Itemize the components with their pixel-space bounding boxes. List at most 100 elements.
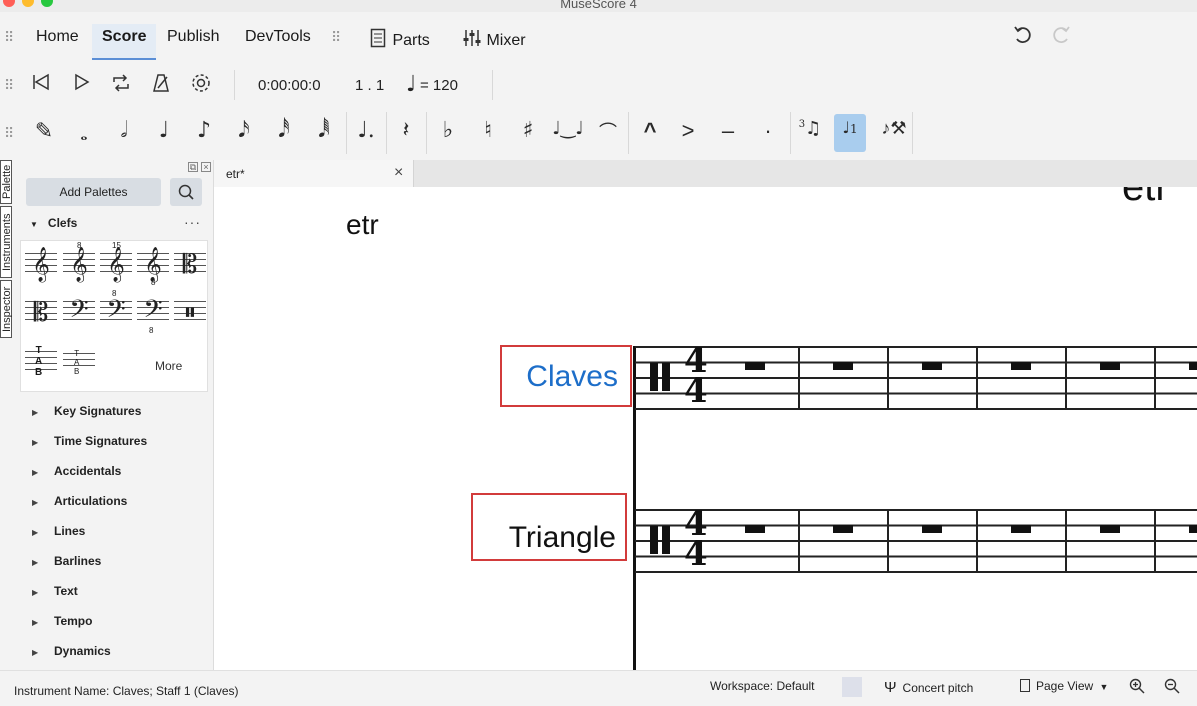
palette-category[interactable]: ▶ Tempo: [32, 614, 92, 628]
palette-category[interactable]: ▶ Barlines: [32, 554, 101, 568]
workspace-selector[interactable]: Workspace: Default: [710, 679, 815, 693]
tab-home[interactable]: Home: [36, 28, 79, 64]
whole-rest[interactable]: [1189, 362, 1197, 370]
treble-15ma-clef-cell[interactable]: 𝄞 15: [98, 241, 134, 287]
tab-small-clef-cell[interactable]: TAB: [61, 341, 97, 385]
staff-claves[interactable]: [635, 346, 1197, 410]
eighth-note-icon[interactable]: ♪: [188, 118, 220, 143]
palette-category[interactable]: ▶ Accidentals: [32, 464, 121, 478]
workspace-color-swatch[interactable]: [842, 677, 862, 697]
palette-category[interactable]: ▶ Lines: [32, 524, 85, 538]
whole-rest[interactable]: [922, 362, 942, 370]
close-panel-icon[interactable]: ×: [201, 162, 211, 172]
tab-publish[interactable]: Publish: [167, 28, 219, 64]
play-icon[interactable]: [72, 72, 92, 98]
concert-pitch-toggle[interactable]: Ψ Concert pitch: [884, 679, 973, 696]
staccato-icon[interactable]: ·: [752, 118, 784, 144]
augmentation-dot-icon[interactable]: ♩.: [350, 118, 382, 143]
voice-1-icon[interactable]: ♩1: [834, 114, 866, 152]
palette-category[interactable]: ▶ Articulations: [32, 494, 127, 508]
mixer-button[interactable]: Mixer: [462, 28, 526, 50]
rewind-icon[interactable]: [30, 72, 52, 98]
playback-tempo[interactable]: = 120: [420, 77, 458, 94]
playback-position[interactable]: 1 . 1: [355, 77, 384, 94]
quarter-note-icon[interactable]: ♩: [148, 118, 180, 143]
playback-time[interactable]: 0:00:00:0: [258, 77, 321, 94]
undock-panel-icon[interactable]: ⧉: [188, 162, 198, 172]
whole-rest[interactable]: [1011, 362, 1031, 370]
treble-clef-cell[interactable]: 𝄞: [23, 243, 59, 287]
whole-rest[interactable]: [1189, 525, 1197, 533]
flat-icon[interactable]: ♭: [432, 118, 464, 143]
score-title[interactable]: etr: [346, 209, 379, 241]
natural-icon[interactable]: ♮: [472, 118, 504, 143]
close-icon[interactable]: ×: [394, 164, 403, 182]
bass-clef-cell[interactable]: 𝄢: [61, 291, 97, 335]
sixteenth-note-icon[interactable]: 𝅘𝅥𝅯: [228, 118, 260, 143]
metronome-icon[interactable]: [150, 72, 172, 100]
clefs-section-header[interactable]: ▼ Clefs: [30, 216, 77, 230]
64th-note-icon[interactable]: 𝅘𝅥𝅱: [308, 118, 340, 143]
percussion-clef-cell[interactable]: 𝄥: [172, 291, 208, 335]
clefs-more-button[interactable]: More: [155, 359, 182, 373]
clefs-menu-button[interactable]: ···: [184, 214, 201, 230]
bass-8va-clef-cell[interactable]: 𝄢 8: [98, 289, 134, 335]
playback-settings-icon[interactable]: [190, 72, 212, 100]
redo-button[interactable]: [1050, 24, 1072, 52]
zoom-in-button[interactable]: [1128, 677, 1146, 698]
treble-8vb-clef-cell[interactable]: 𝄞 8: [135, 243, 171, 287]
rest-icon[interactable]: 𝄽: [390, 118, 422, 143]
slur-icon[interactable]: ⌒: [592, 118, 624, 144]
palette-category[interactable]: ▶ Time Signatures: [32, 434, 147, 448]
palette-category[interactable]: ▶ Text: [32, 584, 78, 598]
tab-devtools[interactable]: DevTools: [245, 28, 311, 64]
instrument-name-claves[interactable]: Claves: [504, 360, 618, 394]
whole-rest[interactable]: [745, 362, 765, 370]
whole-rest[interactable]: [1100, 362, 1120, 370]
tab-clef-cell[interactable]: TAB: [23, 341, 59, 385]
tenor-clef-cell[interactable]: 𝄡: [23, 291, 59, 335]
whole-rest[interactable]: [745, 525, 765, 533]
32nd-note-icon[interactable]: 𝅘𝅥𝅰: [268, 118, 300, 143]
drag-handle-icon[interactable]: ⠿: [4, 30, 14, 44]
bass-8vb-clef-cell[interactable]: 𝄢 8: [135, 291, 171, 335]
marcato-icon[interactable]: ^: [634, 118, 666, 144]
palette-category[interactable]: ▶ Key Signatures: [32, 404, 141, 418]
drag-handle-icon[interactable]: ⠿: [4, 126, 14, 140]
tab-score[interactable]: Score: [92, 24, 157, 60]
whole-rest[interactable]: [1100, 525, 1120, 533]
zoom-out-button[interactable]: [1163, 677, 1181, 698]
whole-rest[interactable]: [833, 362, 853, 370]
whole-rest[interactable]: [1011, 525, 1031, 533]
instruments-side-tab[interactable]: Instruments: [0, 206, 13, 278]
sharp-icon[interactable]: ♯: [512, 118, 544, 143]
palette-category[interactable]: ▶ Dynamics: [32, 644, 111, 658]
customize-toolbar-icon[interactable]: ♪⚒: [878, 118, 910, 139]
loop-icon[interactable]: [110, 72, 132, 100]
accent-icon[interactable]: >: [672, 118, 704, 144]
treble-8va-clef-cell[interactable]: 𝄞 8: [61, 241, 97, 287]
document-tab[interactable]: etr* ×: [214, 160, 414, 187]
pencil-icon[interactable]: ✎: [28, 118, 60, 144]
tenuto-icon[interactable]: –: [712, 118, 744, 144]
inspector-side-tab[interactable]: Inspector: [0, 280, 13, 338]
staff-triangle[interactable]: [635, 509, 1197, 573]
whole-note-icon[interactable]: 𝅝: [68, 124, 100, 145]
add-palettes-button[interactable]: Add Palettes: [26, 178, 161, 206]
palette-side-tab[interactable]: Palette: [0, 160, 13, 204]
half-note-icon[interactable]: 𝅗𝅥: [108, 118, 140, 143]
undo-button[interactable]: [1012, 24, 1034, 52]
score-view[interactable]: etr* × etr etr Claves Triangle 44 4 4: [214, 160, 1197, 670]
tie-icon[interactable]: ♩‿♩: [552, 118, 584, 139]
drag-handle-icon[interactable]: ⠿: [4, 78, 14, 92]
alto-clef-cell[interactable]: 𝄡: [172, 243, 208, 287]
whole-rest[interactable]: [833, 525, 853, 533]
tuplet-icon[interactable]: 3♫: [794, 118, 826, 139]
palette-search-button[interactable]: [170, 178, 202, 206]
drag-handle-icon[interactable]: ⠿: [331, 30, 341, 44]
whole-rest[interactable]: [922, 525, 942, 533]
collapsed-arrow-icon: ▶: [32, 468, 39, 477]
instrument-name-triangle[interactable]: Triangle: [476, 521, 616, 555]
view-mode-dropdown[interactable]: Page View ▼: [1020, 679, 1108, 693]
parts-button[interactable]: Parts: [370, 28, 430, 50]
